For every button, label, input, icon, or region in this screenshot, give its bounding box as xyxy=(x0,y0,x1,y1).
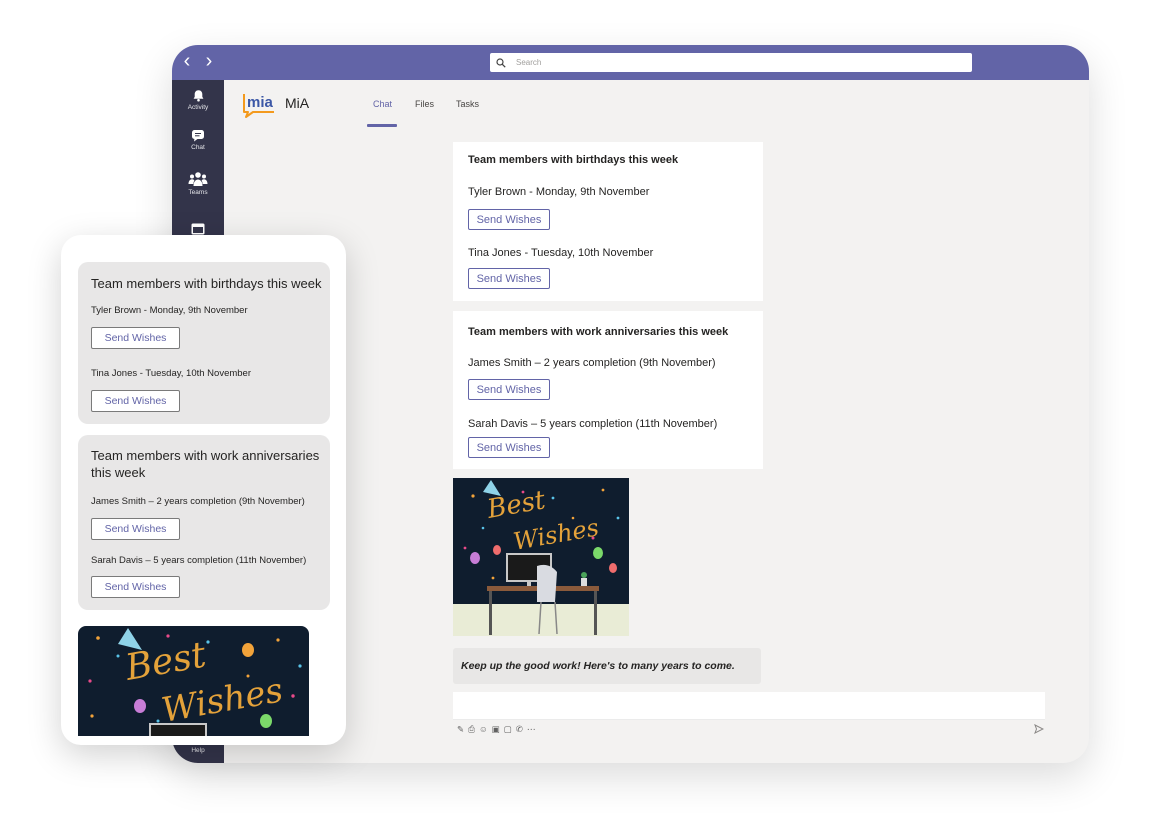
mobile-anniversaries-card: Team members with work anniversaries thi… xyxy=(78,435,330,610)
rail-label: Help xyxy=(191,747,205,754)
attach-icon[interactable]: ⎙ xyxy=(468,723,475,735)
send-wishes-button[interactable]: Send Wishes xyxy=(91,576,180,598)
rail-item-calendar[interactable] xyxy=(172,223,224,235)
calendar-icon xyxy=(191,223,205,235)
chat-icon xyxy=(192,130,204,142)
search-box[interactable]: Search xyxy=(490,53,972,72)
birthday-entry: Tyler Brown - Monday, 9th November xyxy=(468,186,650,198)
sticker-icon[interactable]: ▢ xyxy=(504,723,512,735)
anniversaries-card: Team members with work anniversaries thi… xyxy=(453,311,763,469)
mobile-preview: Team members with birthdays this week Ty… xyxy=(61,235,346,745)
emoji-icon[interactable]: ☺ xyxy=(479,723,488,735)
rail-label: Chat xyxy=(191,144,205,151)
chat-message: Keep up the good work! Here's to many ye… xyxy=(453,648,761,684)
active-tab-indicator xyxy=(367,124,397,127)
birthday-entry: Tina Jones - Tuesday, 10th November xyxy=(91,368,251,379)
mia-logo: mia xyxy=(240,92,278,123)
anniversary-entry: James Smith – 2 years completion (9th No… xyxy=(468,357,716,369)
tab-tasks[interactable]: Tasks xyxy=(456,99,479,109)
title-bar: ‹ › Search xyxy=(172,45,1089,80)
anniversary-entry: Sarah Davis – 5 years completion (11th N… xyxy=(91,555,307,566)
compose-box[interactable] xyxy=(453,692,1045,720)
tab-files[interactable]: Files xyxy=(415,99,434,109)
more-icon[interactable]: ⋯ xyxy=(527,723,536,735)
anniversary-entry: Sarah Davis – 5 years completion (11th N… xyxy=(468,418,718,430)
logo-text: mia xyxy=(247,94,274,111)
rail-item-help[interactable]: Help xyxy=(172,745,224,754)
bell-icon xyxy=(193,90,203,102)
rail-item-chat[interactable]: Chat xyxy=(172,129,224,151)
anniversary-entry: James Smith – 2 years completion (9th No… xyxy=(91,496,305,507)
send-wishes-button[interactable]: Send Wishes xyxy=(91,518,180,540)
send-wishes-button[interactable]: Send Wishes xyxy=(468,437,550,458)
search-input[interactable]: Search xyxy=(516,58,541,67)
channel-header: mia MiA Chat Files Tasks xyxy=(224,80,1089,130)
send-wishes-button[interactable]: Send Wishes xyxy=(468,268,550,289)
send-wishes-button[interactable]: Send Wishes xyxy=(91,390,180,412)
format-icon[interactable]: ✎ xyxy=(457,723,464,735)
forward-arrow-icon[interactable]: › xyxy=(200,51,218,71)
send-wishes-button[interactable]: Send Wishes xyxy=(468,379,550,400)
rail-label: Activity xyxy=(187,104,209,111)
rail-label: Teams xyxy=(188,189,208,196)
card-title: Team members with birthdays this week xyxy=(91,276,322,291)
praise-icon[interactable]: ✆ xyxy=(516,723,523,735)
birthday-entry: Tina Jones - Tuesday, 10th November xyxy=(468,247,654,259)
mobile-best-wishes-image: Best Wishes xyxy=(78,626,309,736)
rail-item-activity[interactable]: Activity xyxy=(172,89,224,111)
search-icon xyxy=(496,57,506,68)
send-icon[interactable] xyxy=(1034,724,1044,734)
birthday-entry: Tyler Brown - Monday, 9th November xyxy=(91,305,248,316)
best-wishes-image: Best Wishes xyxy=(453,478,629,636)
send-wishes-button[interactable]: Send Wishes xyxy=(91,327,180,349)
tab-chat[interactable]: Chat xyxy=(373,99,392,109)
card-title: Team members with birthdays this week xyxy=(468,154,679,166)
rail-item-teams[interactable]: Teams xyxy=(172,171,224,196)
gif-icon[interactable]: ▣ xyxy=(492,723,500,735)
card-title: Team members with work anniversaries thi… xyxy=(468,326,729,338)
compose-toolbar: ✎ ⎙ ☺ ▣ ▢ ✆ ⋯ xyxy=(457,723,535,735)
send-wishes-button[interactable]: Send Wishes xyxy=(468,209,550,230)
card-title: Team members with work anniversaries thi… xyxy=(91,448,320,480)
app-title: MiA xyxy=(285,95,310,111)
back-arrow-icon[interactable]: ‹ xyxy=(178,51,196,71)
mobile-birthdays-card: Team members with birthdays this week Ty… xyxy=(78,262,330,424)
teams-icon xyxy=(188,172,208,186)
birthdays-card: Team members with birthdays this week Ty… xyxy=(453,142,763,301)
